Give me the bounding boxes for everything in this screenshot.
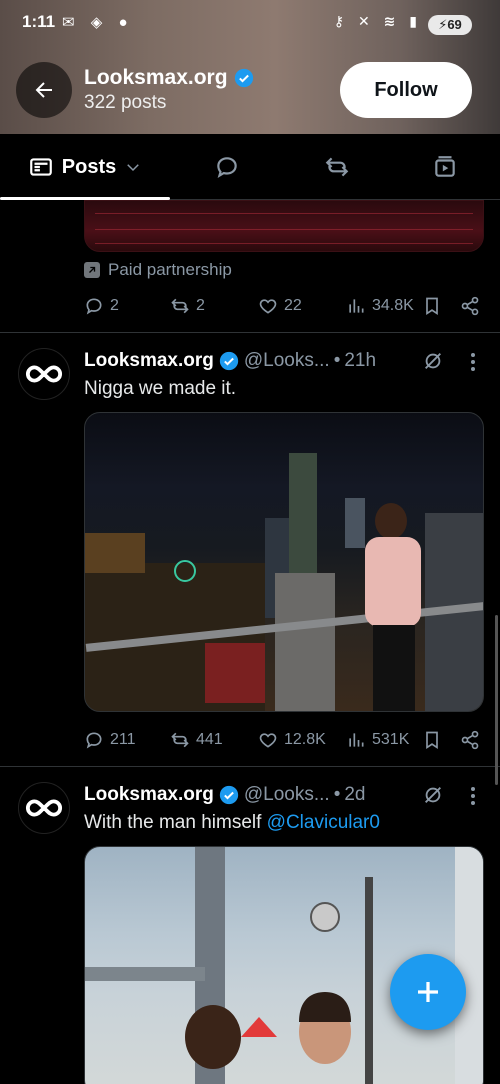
posts-icon — [29, 158, 52, 176]
reply-count: 211 — [110, 731, 136, 748]
arrow-left-icon — [35, 82, 52, 98]
profile-name: Looksmax.org — [84, 66, 254, 90]
avatar[interactable] — [18, 348, 70, 400]
grok-icon[interactable] — [422, 784, 444, 806]
tweet-text: With the man himself @Clavicular0 — [84, 812, 484, 834]
like-button[interactable]: 22 — [258, 293, 302, 319]
post-actions: 211 441 12.8K 531K — [84, 727, 484, 753]
share-button[interactable] — [460, 293, 480, 319]
separator-dot: • — [333, 350, 341, 371]
verified-badge-icon — [234, 68, 253, 88]
repost-button[interactable]: 441 — [170, 727, 223, 753]
tweet-text-body: With the man himself — [84, 812, 267, 833]
post-media-dashboard[interactable] — [84, 200, 484, 252]
like-button[interactable]: 12.8K — [258, 727, 326, 753]
repost-count: 441 — [196, 731, 223, 748]
paid-partnership-label: Paid partnership — [84, 260, 232, 280]
bookmark-icon — [426, 297, 438, 316]
author-name[interactable]: Looksmax.org — [84, 784, 214, 806]
reply-button[interactable]: 211 — [84, 727, 136, 753]
post-count: 322 posts — [84, 92, 167, 113]
post-time: 21h — [344, 350, 377, 371]
repost-count: 2 — [196, 297, 205, 314]
views-count: 531K — [372, 731, 410, 748]
heart-icon — [259, 733, 277, 748]
tab-replies[interactable] — [190, 134, 264, 200]
timeline[interactable]: Paid partnership 2 2 22 34.8K Looksmax.o… — [0, 200, 500, 1084]
reply-button[interactable]: 2 — [84, 293, 119, 319]
tweet-photo-city-night[interactable] — [84, 412, 484, 712]
status-time: 1:11 — [22, 12, 56, 31]
chevron-down-icon — [127, 164, 140, 172]
avatar[interactable] — [18, 782, 70, 834]
more-options-icon[interactable] — [470, 352, 476, 372]
infinity-logo-icon — [25, 799, 63, 817]
views-icon — [349, 733, 364, 747]
share-button[interactable] — [460, 727, 480, 753]
post-divider — [0, 766, 500, 767]
profile-name-text: Looksmax.org — [84, 66, 228, 89]
share-icon — [461, 730, 479, 750]
tweet-text: Nigga we made it. — [84, 378, 237, 399]
separator-dot: • — [333, 784, 341, 805]
grok-icon[interactable] — [422, 350, 444, 372]
profile-header: 1:11 ✉ ◈ ● ⚷ ✕ ≋ ▮ ⚡69 Looksmax.org 322 … — [0, 0, 500, 134]
more-options-icon[interactable] — [470, 786, 476, 806]
replies-icon — [217, 157, 237, 179]
mention-link[interactable]: @Clavicular0 — [267, 812, 380, 833]
status-bar: 1:11 ✉ ◈ ● ⚷ ✕ ≋ ▮ ⚡69 — [0, 10, 500, 36]
share-icon — [461, 296, 479, 316]
plus-icon — [418, 982, 438, 1002]
views-count: 34.8K — [372, 297, 414, 314]
post-actions: 2 2 22 34.8K — [84, 293, 484, 319]
like-count: 12.8K — [284, 731, 326, 748]
profile-tabs: Posts — [0, 134, 500, 200]
reposts-icon — [325, 157, 349, 177]
verified-badge-icon — [219, 351, 239, 371]
repost-icon — [171, 732, 189, 748]
verified-badge-icon — [219, 785, 239, 805]
paid-partnership-text: Paid partnership — [108, 260, 232, 279]
tab-reposts[interactable] — [300, 134, 374, 200]
notification-icons: ✉ ◈ ● — [62, 14, 134, 31]
heart-icon — [259, 299, 277, 314]
back-button[interactable] — [16, 62, 72, 118]
like-count: 22 — [284, 297, 302, 314]
compose-button[interactable] — [390, 954, 466, 1030]
tab-media[interactable] — [408, 134, 482, 200]
post-time: 2d — [344, 784, 366, 805]
reply-icon — [86, 298, 102, 315]
reply-count: 2 — [110, 297, 119, 314]
tab-posts[interactable]: Posts — [0, 134, 170, 200]
bookmark-icon — [426, 731, 438, 750]
infinity-logo-icon — [25, 365, 63, 383]
bookmark-button[interactable] — [422, 293, 442, 319]
city-night-image — [85, 453, 483, 711]
battery-level: 69 — [447, 17, 462, 32]
repost-icon — [171, 298, 189, 314]
views-icon — [349, 299, 364, 313]
media-line — [95, 229, 473, 230]
author-handle: @Looks... — [243, 784, 330, 805]
repost-button[interactable]: 2 — [170, 293, 205, 319]
partnership-icon — [84, 262, 100, 278]
author-handle: @Looks... — [243, 350, 330, 371]
system-icons: ⚷ ✕ ≋ ▮ — [333, 13, 422, 29]
scrollbar[interactable] — [495, 615, 498, 785]
post-divider — [0, 332, 500, 333]
media-icon — [435, 156, 455, 177]
media-line — [95, 213, 473, 214]
media-line — [95, 243, 473, 244]
views-button[interactable]: 531K — [346, 727, 409, 753]
battery-indicator: ⚡69 — [428, 15, 472, 35]
follow-button[interactable]: Follow — [340, 62, 472, 118]
tab-posts-label: Posts — [61, 155, 117, 178]
bookmark-button[interactable] — [422, 727, 442, 753]
views-button[interactable]: 34.8K — [346, 293, 414, 319]
reply-icon — [86, 732, 102, 749]
author-name[interactable]: Looksmax.org — [84, 350, 214, 372]
